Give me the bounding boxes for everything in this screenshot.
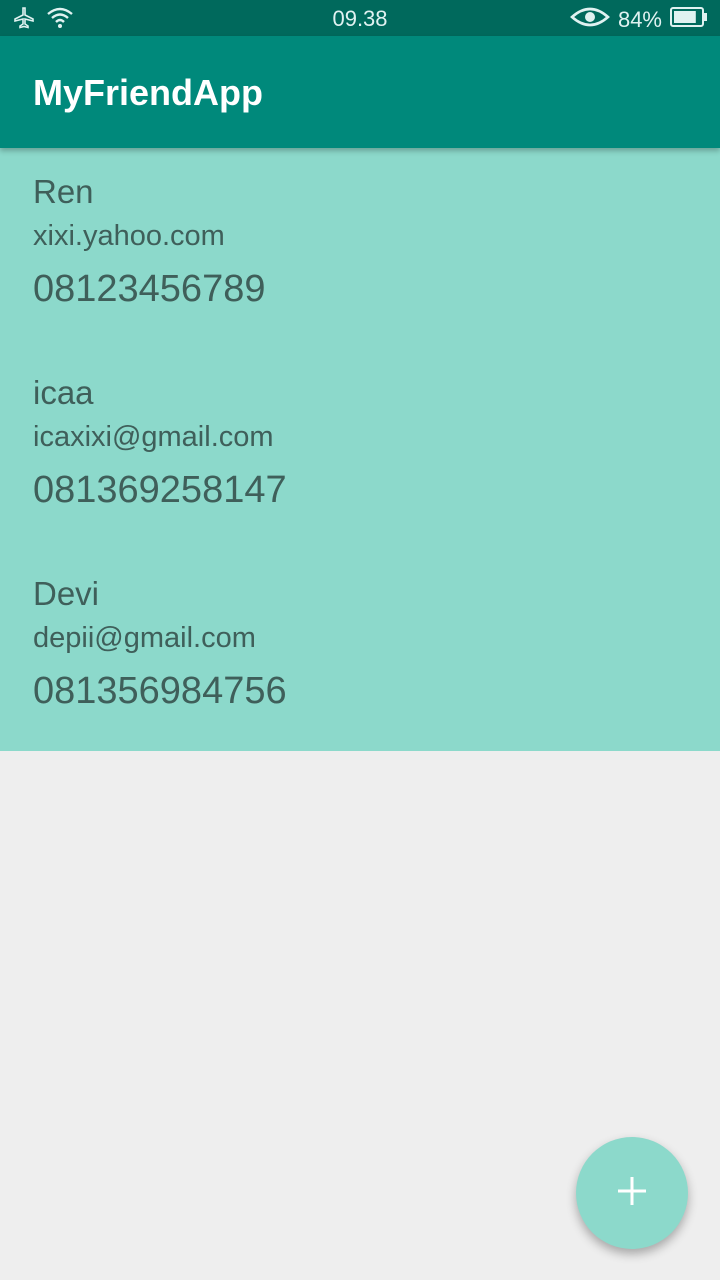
friend-name: Devi xyxy=(33,575,100,612)
app-title: MyFriendApp xyxy=(33,72,263,113)
friend-email: icaxixi@gmail.com xyxy=(33,421,274,453)
friend-name: icaa xyxy=(33,374,94,411)
friend-list: Ren xixi.yahoo.com 08123456789 icaa icax… xyxy=(0,148,720,751)
friend-phone: 081356984756 xyxy=(33,670,287,712)
friend-email: xixi.yahoo.com xyxy=(33,220,225,252)
battery-percent: 84% xyxy=(617,7,662,32)
battery-icon xyxy=(670,6,708,34)
add-friend-button[interactable] xyxy=(576,1137,688,1249)
friend-name: Ren xyxy=(33,173,94,210)
list-item[interactable]: Devi depii@gmail.com 081356984756 xyxy=(33,574,287,714)
list-item[interactable]: Ren xixi.yahoo.com 08123456789 xyxy=(33,172,265,312)
list-item[interactable]: icaa icaxixi@gmail.com 081369258147 xyxy=(33,373,287,513)
friend-phone: 08123456789 xyxy=(33,268,266,310)
plus-icon xyxy=(616,1175,648,1212)
eye-icon xyxy=(569,5,610,35)
friend-phone: 081369258147 xyxy=(33,469,287,511)
friend-email: depii@gmail.com xyxy=(33,622,256,654)
app-bar: MyFriendApp xyxy=(0,36,720,148)
status-bar: 09.38 84% xyxy=(0,0,720,36)
battery-fill xyxy=(674,11,696,23)
